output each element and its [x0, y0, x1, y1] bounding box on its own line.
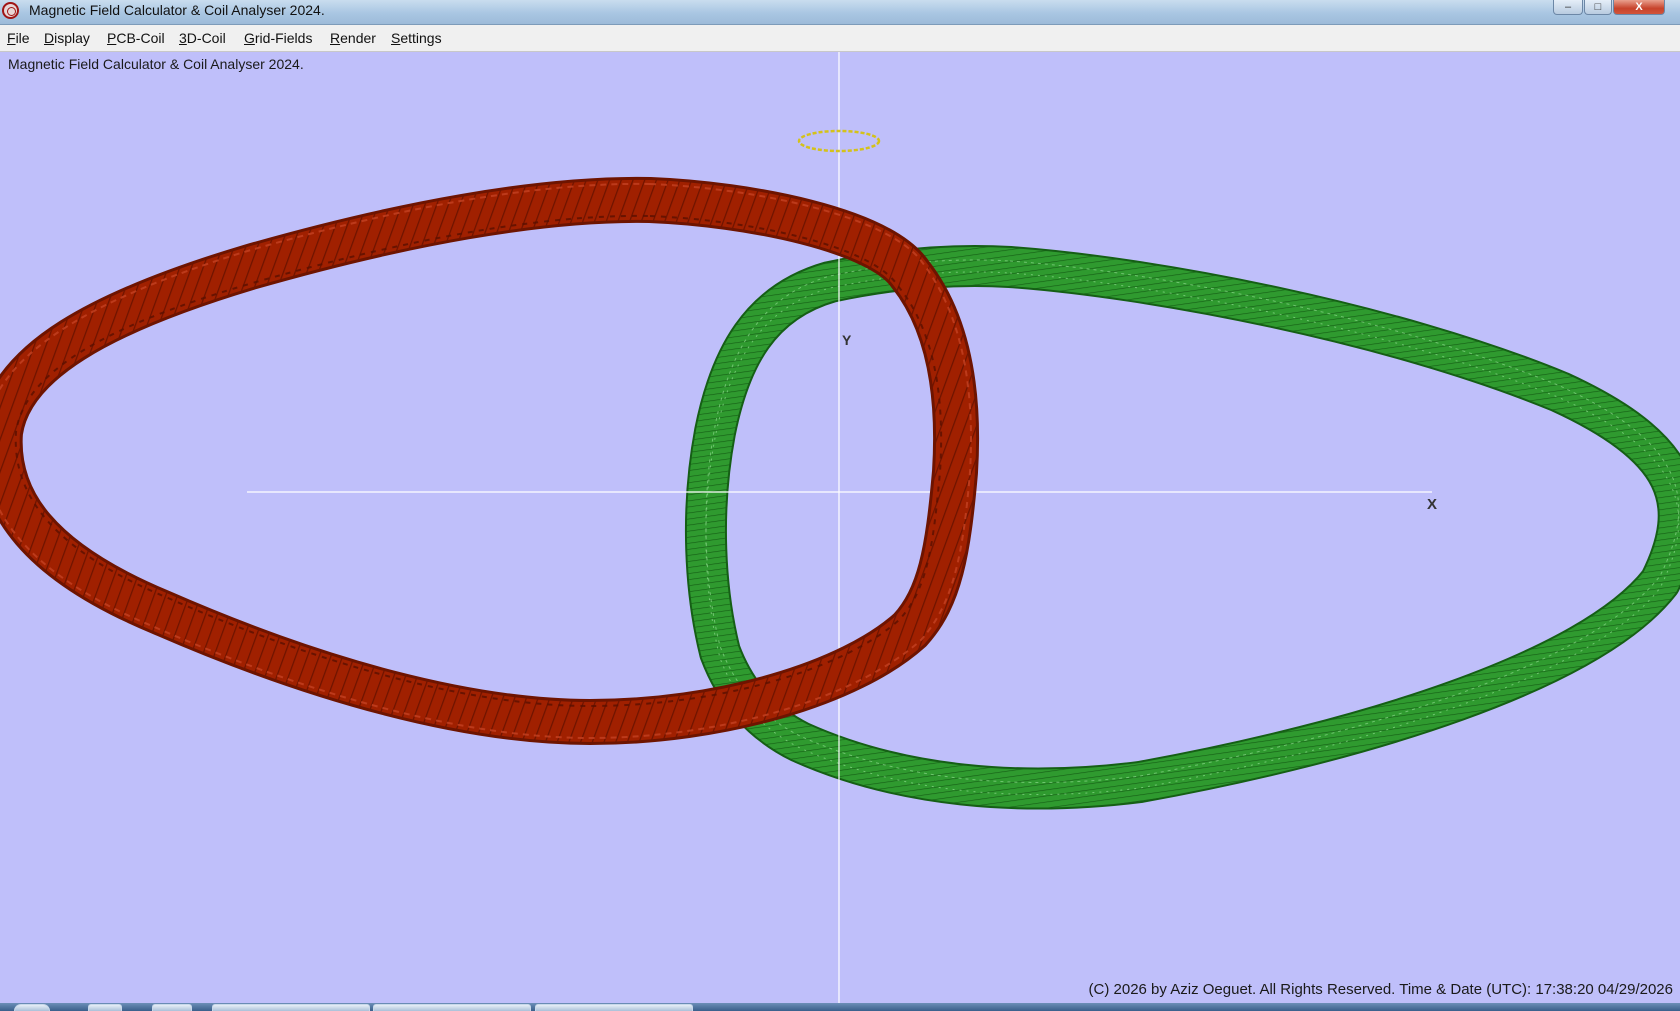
menu-settings-label: ettings: [400, 30, 442, 46]
menu-display[interactable]: Display: [44, 30, 90, 46]
menu-file-label: ile: [15, 30, 30, 46]
taskbar-pinned-item[interactable]: [88, 1004, 122, 1011]
menu-settings[interactable]: Settings: [391, 30, 442, 46]
menu-display-accel: D: [44, 30, 55, 46]
menu-grid-fields-accel: G: [244, 30, 255, 46]
minimize-button[interactable]: –: [1553, 0, 1583, 15]
menu-3d-coil-accel: 3: [179, 30, 187, 46]
menu-render-label: ender: [340, 30, 376, 46]
menu-grid-fields-label: rid-Fields: [254, 30, 313, 46]
axes: [247, 52, 1432, 1003]
menu-bar: File Display PCB-Coil 3D-Coil Grid-Field…: [0, 25, 1680, 52]
y-axis-label: Y: [842, 332, 852, 348]
menu-render[interactable]: Render: [330, 30, 376, 46]
menu-file-accel: F: [7, 30, 16, 46]
menu-3d-coil[interactable]: 3D-Coil: [179, 30, 226, 46]
window-title: Magnetic Field Calculator & Coil Analyse…: [29, 2, 325, 18]
menu-display-label: isplay: [54, 30, 90, 46]
title-bar: Magnetic Field Calculator & Coil Analyse…: [0, 0, 1680, 25]
render-viewport[interactable]: Magnetic Field Calculator & Coil Analyse…: [0, 52, 1680, 1003]
taskbar-pinned-item[interactable]: [152, 1004, 192, 1011]
close-button[interactable]: X: [1613, 0, 1665, 15]
menu-pcb-coil[interactable]: PCB-Coil: [107, 30, 165, 46]
menu-3d-coil-label: D-Coil: [186, 30, 226, 46]
menu-grid-fields[interactable]: Grid-Fields: [244, 30, 312, 46]
menu-pcb-coil-accel: P: [107, 30, 117, 46]
copyright-footer: (C) 2026 by Aziz Oeguet. All Rights Rese…: [1088, 981, 1673, 998]
app-icon[interactable]: [2, 2, 19, 19]
menu-file[interactable]: File: [7, 30, 30, 46]
coil-scene[interactable]: [0, 52, 1680, 1003]
x-axis-label: X: [1427, 496, 1438, 513]
taskbar-window-button[interactable]: [373, 1004, 531, 1011]
menu-render-accel: R: [330, 30, 341, 46]
taskbar: [0, 1003, 1680, 1011]
viewport-caption: Magnetic Field Calculator & Coil Analyse…: [8, 56, 304, 72]
start-button[interactable]: [14, 1004, 50, 1011]
menu-pcb-coil-label: CB-Coil: [116, 30, 165, 46]
taskbar-window-button-active[interactable]: [535, 1004, 693, 1011]
taskbar-window-button[interactable]: [212, 1004, 370, 1011]
menu-settings-accel: S: [391, 30, 401, 46]
green-coil: [684, 244, 1680, 810]
maximize-button[interactable]: □: [1584, 0, 1612, 15]
